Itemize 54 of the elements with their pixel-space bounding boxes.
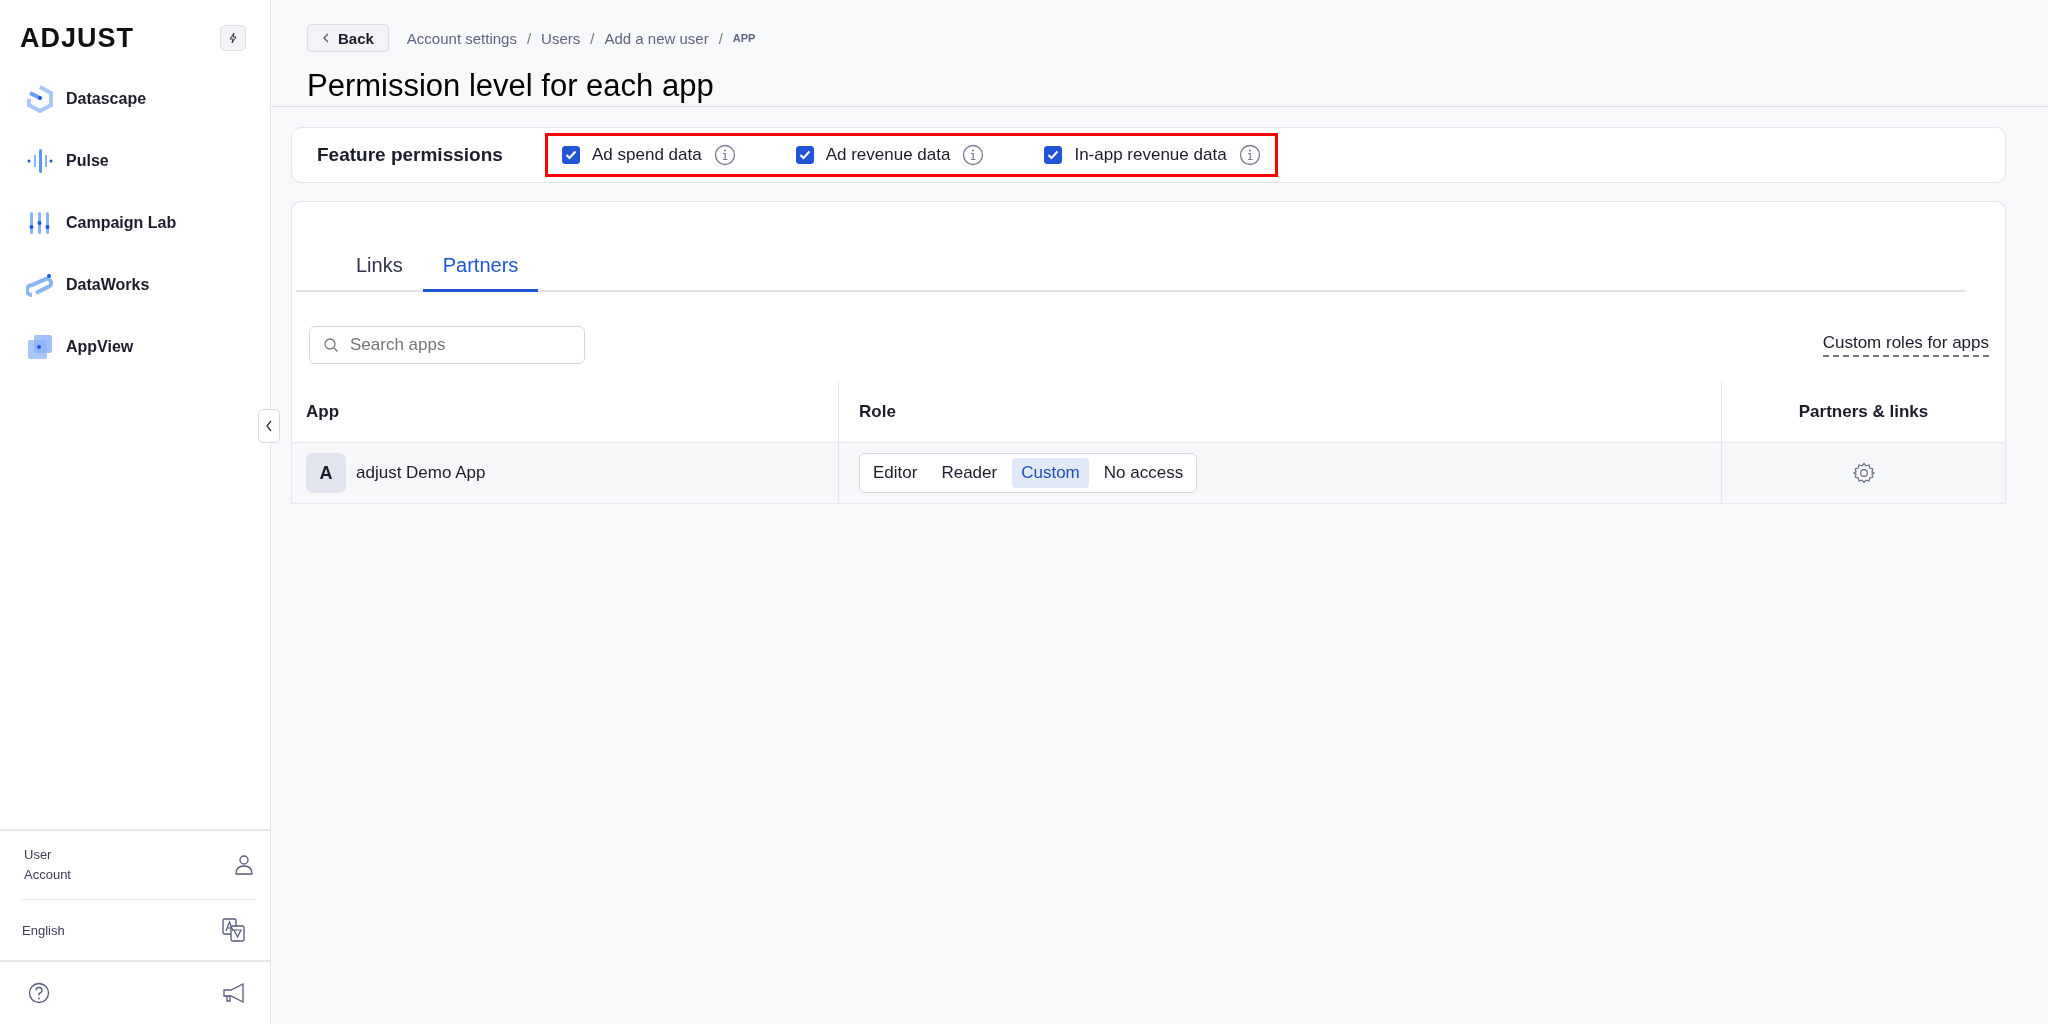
megaphone-icon[interactable] — [222, 982, 246, 1004]
breadcrumb-current: APP — [732, 32, 756, 44]
column-header: Role — [859, 402, 896, 422]
square-icon — [26, 333, 54, 361]
checkbox[interactable] — [1044, 146, 1063, 164]
app-name: adjust Demo App — [356, 463, 486, 483]
breadcrumb-link[interactable]: Users — [541, 29, 581, 47]
chevron-left-icon — [265, 420, 273, 432]
breadcrumb-separator: / — [590, 29, 595, 47]
column-header: Partners & links — [1798, 402, 1929, 422]
bolt-icon — [227, 32, 239, 44]
column-header: App — [306, 402, 340, 422]
user-icon[interactable] — [233, 854, 255, 876]
tab[interactable]: Links — [336, 246, 423, 292]
translate-icon[interactable] — [222, 918, 246, 942]
breadcrumb-separator: / — [718, 29, 723, 47]
custom-roles-link[interactable]: Custom roles for apps — [1822, 333, 1989, 357]
collapse-sidebar-button[interactable] — [258, 409, 280, 443]
link-icon — [26, 271, 54, 299]
checkbox[interactable] — [562, 146, 580, 164]
hexagon-icon — [26, 85, 54, 113]
nav-item[interactable]: Campaign Lab — [26, 209, 270, 237]
page-title: Permission level for each app — [307, 68, 715, 104]
nav-item[interactable]: Datascape — [26, 85, 270, 113]
info-icon[interactable] — [1238, 144, 1261, 166]
breadcrumb-link[interactable]: Account settings — [406, 29, 517, 47]
checkbox-label[interactable]: In-app revenue data — [1074, 145, 1227, 165]
nav-item[interactable]: AppView — [26, 333, 270, 361]
logo[interactable]: ADJUST — [20, 22, 134, 54]
checkbox-label[interactable]: Ad revenue data — [825, 145, 951, 165]
checkbox-label[interactable]: Ad spend data — [592, 145, 702, 165]
checkbox[interactable] — [795, 146, 814, 164]
app-avatar: A — [306, 453, 346, 493]
tab[interactable]: Partners — [422, 246, 539, 292]
info-icon[interactable] — [713, 144, 736, 166]
breadcrumb-link[interactable]: Add a new user — [604, 29, 709, 47]
section-label: Feature permissions — [317, 144, 504, 166]
breadcrumb-separator: / — [526, 29, 532, 47]
settings-icon[interactable] — [1851, 461, 1876, 485]
bolt-button[interactable] — [220, 25, 246, 51]
role-option[interactable]: No access — [1094, 458, 1193, 488]
language-selector[interactable]: English — [22, 922, 65, 938]
nav-item[interactable]: DataWorks — [26, 271, 270, 299]
info-icon[interactable] — [962, 144, 985, 166]
waveform-icon — [26, 147, 54, 175]
user-account-link[interactable]: User Account — [24, 845, 71, 885]
role-option[interactable]: Custom — [1012, 458, 1089, 488]
chevron-left-icon — [322, 33, 330, 43]
nav-item[interactable]: Pulse — [26, 147, 270, 175]
back-button[interactable]: Back — [307, 24, 389, 52]
search-field[interactable]: Search apps — [309, 326, 585, 364]
role-option[interactable]: Reader — [932, 458, 1007, 488]
help-icon[interactable] — [28, 982, 50, 1004]
role-option[interactable]: Editor — [864, 458, 927, 488]
